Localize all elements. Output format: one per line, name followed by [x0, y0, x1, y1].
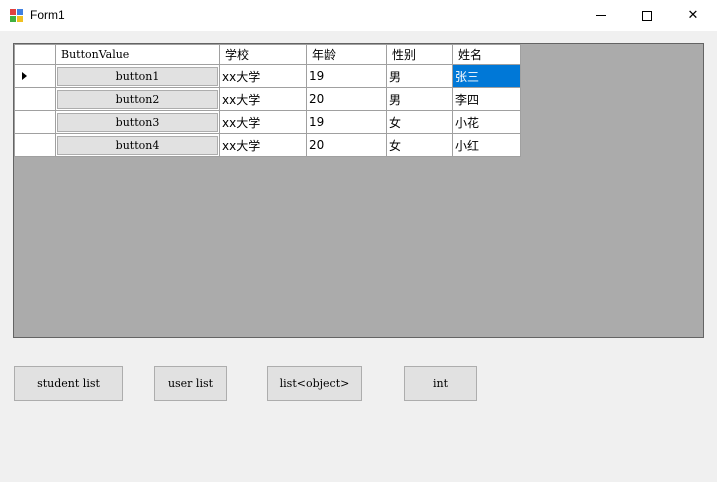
minimize-icon — [596, 15, 606, 16]
window-title: Form1 — [30, 8, 65, 22]
row-arrow-icon — [22, 72, 27, 80]
column-header-buttonvalue[interactable]: ButtonValue — [55, 44, 220, 65]
table-row[interactable]: button2 xx大学 20 男 李四 — [14, 87, 521, 111]
maximize-icon — [642, 10, 652, 21]
name-cell-selected[interactable]: 张三 — [452, 64, 521, 88]
close-icon: ✕ — [687, 8, 699, 23]
column-header-age[interactable]: 年龄 — [306, 44, 387, 65]
table-row[interactable]: button1 xx大学 19 男 张三 — [14, 64, 521, 88]
data-grid-view[interactable]: ButtonValue 学校 年龄 性别 姓名 button1 xx大学 19 … — [13, 43, 704, 338]
name-cell[interactable]: 小红 — [452, 133, 521, 157]
table-row[interactable]: button4 xx大学 20 女 小红 — [14, 133, 521, 157]
column-header-school[interactable]: 学校 — [219, 44, 307, 65]
column-header-name[interactable]: 姓名 — [452, 44, 521, 65]
list-object-button[interactable]: list<object> — [267, 366, 362, 401]
age-cell[interactable]: 20 — [306, 87, 387, 111]
school-cell[interactable]: xx大学 — [219, 133, 307, 157]
gender-cell[interactable]: 男 — [386, 87, 453, 111]
row-header[interactable] — [14, 110, 56, 134]
close-button[interactable]: ✕ — [670, 0, 716, 31]
name-cell[interactable]: 李四 — [452, 87, 521, 111]
table-row[interactable]: button3 xx大学 19 女 小花 — [14, 110, 521, 134]
title-bar: Form1 ✕ — [0, 0, 717, 31]
school-cell[interactable]: xx大学 — [219, 87, 307, 111]
gender-cell[interactable]: 女 — [386, 110, 453, 134]
button-cell: button1 — [55, 64, 220, 88]
age-cell[interactable]: 20 — [306, 133, 387, 157]
top-left-header-cell[interactable] — [14, 44, 56, 65]
row-button-3[interactable]: button3 — [57, 112, 218, 132]
row-header[interactable] — [14, 87, 56, 111]
int-button[interactable]: int — [404, 366, 477, 401]
button-cell: button4 — [55, 133, 220, 157]
maximize-button[interactable] — [624, 0, 670, 31]
school-cell[interactable]: xx大学 — [219, 110, 307, 134]
grid-table: ButtonValue 学校 年龄 性别 姓名 button1 xx大学 19 … — [14, 44, 521, 157]
age-cell[interactable]: 19 — [306, 110, 387, 134]
button-cell: button2 — [55, 87, 220, 111]
minimize-button[interactable] — [578, 0, 624, 31]
winforms-app-icon — [10, 9, 23, 22]
student-list-button[interactable]: student list — [14, 366, 123, 401]
age-cell[interactable]: 19 — [306, 64, 387, 88]
row-header[interactable] — [14, 133, 56, 157]
name-cell[interactable]: 小花 — [452, 110, 521, 134]
row-button-4[interactable]: button4 — [57, 135, 218, 155]
row-button-1[interactable]: button1 — [57, 66, 218, 86]
school-cell[interactable]: xx大学 — [219, 64, 307, 88]
header-row: ButtonValue 学校 年龄 性别 姓名 — [14, 44, 521, 65]
row-header[interactable] — [14, 64, 56, 88]
user-list-button[interactable]: user list — [154, 366, 227, 401]
button-cell: button3 — [55, 110, 220, 134]
gender-cell[interactable]: 男 — [386, 64, 453, 88]
row-button-2[interactable]: button2 — [57, 89, 218, 109]
gender-cell[interactable]: 女 — [386, 133, 453, 157]
column-header-gender[interactable]: 性别 — [386, 44, 453, 65]
